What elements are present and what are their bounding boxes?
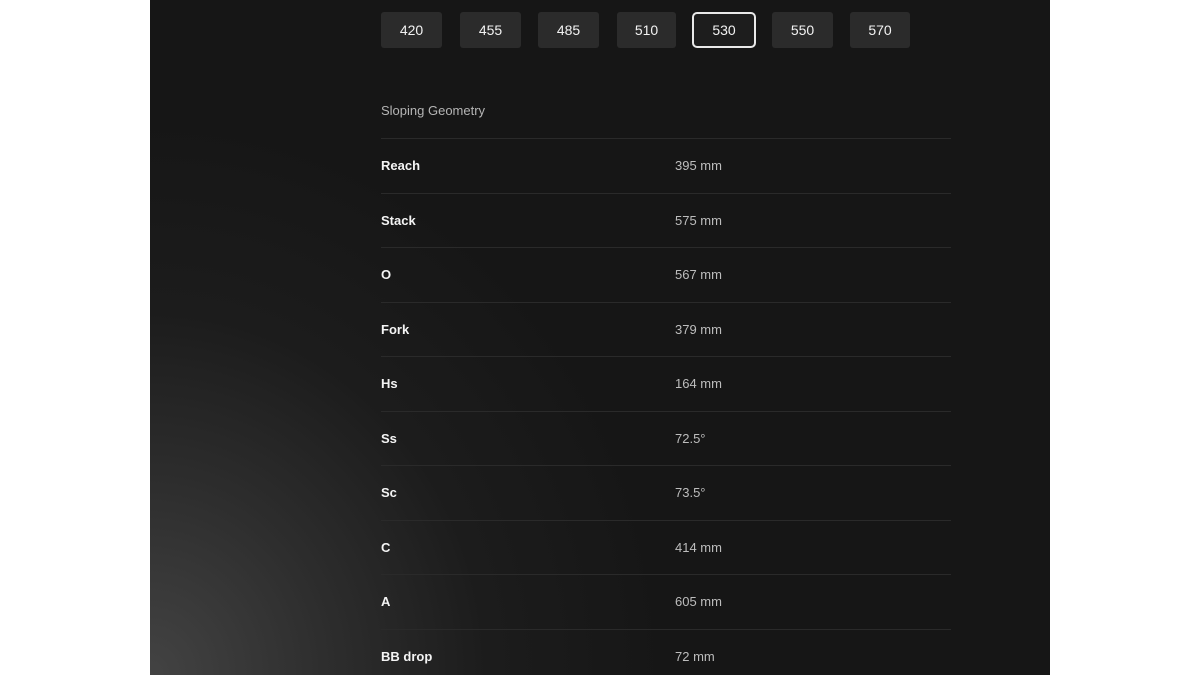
table-row: A 605 mm — [381, 574, 951, 629]
size-button-550[interactable]: 550 — [772, 12, 833, 48]
size-button-420[interactable]: 420 — [381, 12, 442, 48]
table-row: Reach 395 mm — [381, 138, 951, 193]
geometry-table: Reach 395 mm Stack 575 mm O 567 mm Fork … — [381, 138, 951, 675]
row-label: Hs — [381, 376, 398, 391]
row-label: BB drop — [381, 648, 433, 664]
row-value: 164 mm — [675, 376, 722, 391]
row-value: 414 mm — [675, 539, 722, 555]
row-label: A — [381, 594, 391, 609]
table-row: Hs 164 mm — [381, 356, 951, 411]
row-label: Stack — [381, 212, 416, 228]
row-value: 575 mm — [675, 212, 722, 228]
table-row: C 414 mm — [381, 519, 951, 575]
table-row: Ss 72.5° — [381, 410, 951, 466]
table-row: Sc 73.5° — [381, 465, 951, 520]
table-row: Fork 379 mm — [381, 301, 951, 357]
row-value: 567 mm — [675, 267, 722, 282]
row-label: Fork — [381, 321, 410, 337]
row-label: Sc — [381, 485, 397, 500]
row-value: 605 mm — [675, 594, 722, 609]
table-row: O 567 mm — [381, 247, 951, 302]
size-button-455[interactable]: 455 — [460, 12, 521, 48]
size-button-485[interactable]: 485 — [538, 12, 599, 48]
size-button-530-selected[interactable]: 530 — [692, 12, 756, 48]
row-label: O — [381, 267, 392, 282]
geometry-panel: 420 455 485 510 530 550 570 Sloping Geom… — [150, 0, 1050, 675]
table-row: Stack 575 mm — [381, 192, 951, 248]
section-title: Sloping Geometry — [381, 103, 486, 118]
row-value: 379 mm — [675, 321, 722, 337]
row-value: 73.5° — [675, 485, 706, 500]
row-value: 72.5° — [675, 430, 706, 446]
row-label: Ss — [381, 430, 397, 446]
row-label: C — [381, 539, 391, 555]
row-value: 395 mm — [675, 158, 722, 173]
size-button-510[interactable]: 510 — [617, 12, 676, 48]
row-value: 72 mm — [675, 648, 715, 664]
size-button-570[interactable]: 570 — [850, 12, 910, 48]
row-label: Reach — [381, 158, 421, 173]
table-row: BB drop 72 mm — [381, 628, 951, 675]
